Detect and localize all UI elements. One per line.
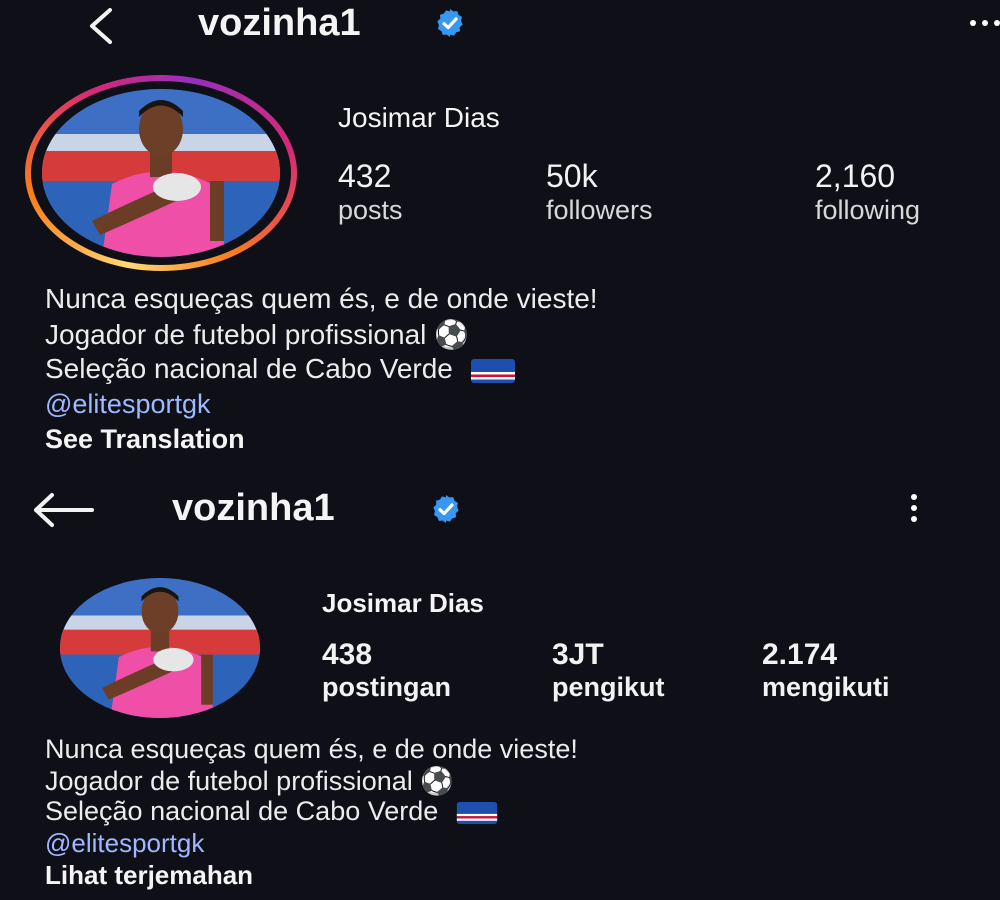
stat-value: 432 (338, 158, 392, 194)
bio-line: Jogador de futebol profissional ⚽ (45, 319, 470, 350)
bio-text: Seleção nacional de Cabo Verde (45, 796, 439, 826)
stat-label: posts (338, 195, 403, 225)
stat-label: postingan (322, 672, 451, 702)
stat-value: 50k (546, 158, 598, 194)
bio-line: Jogador de futebol profissional ⚽ (45, 766, 454, 796)
avatar[interactable] (42, 89, 280, 257)
stat-following[interactable]: 2.174 mengikuti (762, 638, 890, 703)
stat-posts[interactable]: 432 posts (338, 158, 403, 226)
stat-label: pengikut (552, 672, 665, 702)
username-title: vozinha1 (198, 2, 361, 45)
see-translation-button[interactable]: Lihat terjemahan (45, 860, 253, 891)
verified-badge-icon (433, 495, 459, 523)
display-name: Josimar Dias (322, 588, 484, 618)
more-vertical-icon[interactable] (911, 494, 917, 522)
stat-value: 438 (322, 638, 373, 671)
chevron-left-icon[interactable] (82, 6, 122, 46)
avatar[interactable] (60, 578, 260, 718)
cape-verde-flag-icon (470, 358, 515, 383)
bio-line: Seleção nacional de Cabo Verde (45, 796, 498, 827)
stat-following[interactable]: 2,160 following (815, 158, 920, 226)
bio-text: Seleção nacional de Cabo Verde (45, 353, 453, 384)
arrow-left-icon[interactable] (30, 490, 96, 530)
profile-photo (42, 89, 280, 257)
stat-followers[interactable]: 50k followers (546, 158, 653, 226)
verified-badge-icon (437, 9, 463, 37)
mention-link[interactable]: @elitesportgk (45, 389, 210, 420)
username-text: vozinha1 (172, 487, 335, 529)
bio-line: Nunca esqueças quem és, e de onde vieste… (45, 734, 578, 764)
see-translation-button[interactable]: See Translation (45, 424, 245, 455)
stat-label: mengikuti (762, 672, 890, 702)
stat-followers[interactable]: 3JT pengikut (552, 638, 665, 703)
cape-verde-flag-icon (456, 801, 497, 824)
bio-line: Nunca esqueças quem és, e de onde vieste… (45, 283, 598, 314)
stat-label: following (815, 195, 921, 225)
bio-line: Seleção nacional de Cabo Verde (45, 353, 515, 385)
mention-link[interactable]: @elitesportgk (45, 828, 204, 859)
display-name: Josimar Dias (338, 102, 500, 133)
stat-value: 2.174 (762, 638, 838, 671)
profile-photo (60, 578, 260, 718)
stat-posts[interactable]: 438 postingan (322, 638, 451, 703)
stat-label: followers (546, 195, 653, 225)
username-text: vozinha1 (198, 2, 361, 44)
stat-value: 3JT (552, 638, 604, 671)
more-horizontal-icon[interactable] (970, 20, 1000, 26)
username-title: vozinha1 (172, 487, 335, 530)
stat-value: 2,160 (815, 158, 896, 194)
